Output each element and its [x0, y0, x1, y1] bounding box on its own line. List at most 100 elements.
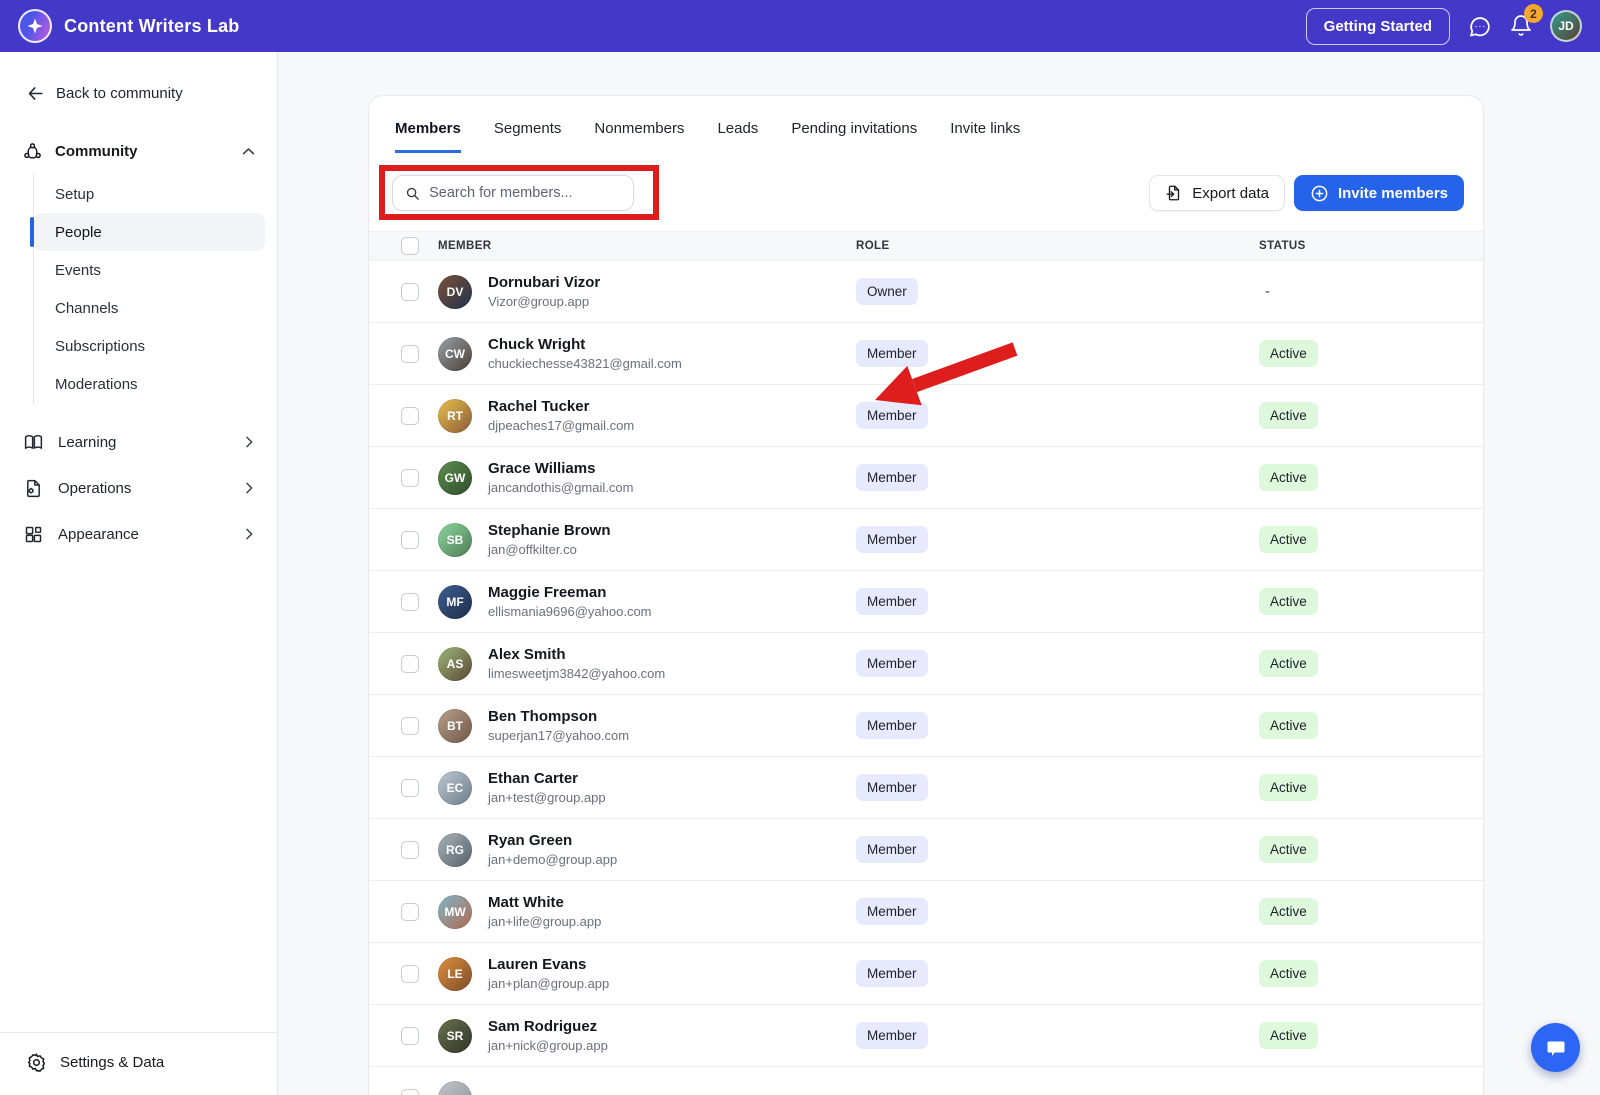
member-name: Alex Smith [488, 645, 566, 663]
role-badge: Member [856, 464, 928, 491]
table-row-partial[interactable] [369, 1067, 1483, 1095]
row-checkbox[interactable] [401, 282, 419, 301]
member-name: Ben Thompson [488, 707, 598, 725]
member-email: djpeaches17@gmail.com [488, 418, 635, 434]
table-row[interactable]: BT Ben Thompson superjan17@yahoo.com Mem… [369, 695, 1483, 757]
sidebar-item-setup[interactable]: Setup [33, 175, 265, 213]
row-checkbox[interactable] [401, 1088, 419, 1095]
sidebar-item-channels[interactable]: Channels [33, 289, 265, 327]
tab-pending-invitations[interactable]: Pending invitations [791, 120, 917, 153]
status-badge: Active [1259, 402, 1318, 429]
member-email: limesweetjm3842@yahoo.com [488, 666, 666, 682]
sidebar-section-label: Learning [58, 433, 117, 451]
sidebar-section-operations[interactable]: Operations [0, 465, 277, 511]
topbar: Content Writers Lab Getting Started 2 JD [0, 0, 1600, 52]
table-row[interactable]: AS Alex Smith limesweetjm3842@yahoo.com … [369, 633, 1483, 695]
sidebar-sections: Learning Operations Appearance [0, 419, 277, 557]
chat-widget-button[interactable] [1531, 1023, 1580, 1072]
select-all-checkbox[interactable] [401, 237, 419, 255]
status-badge: Active [1259, 464, 1318, 491]
members-tabs: Members Segments Nonmembers Leads Pending in… [369, 96, 1483, 153]
table-row[interactable]: EC Ethan Carter jan+test@group.app Membe… [369, 757, 1483, 819]
community-subnav: Setup People Events Channels Subscriptions Mo… [30, 173, 277, 405]
member-name: Grace Williams [488, 459, 596, 477]
export-data-button[interactable]: Export data [1149, 175, 1285, 211]
user-avatar[interactable]: JD [1550, 10, 1582, 42]
sidebar-item-settings-data[interactable]: Settings & Data [0, 1032, 277, 1095]
member-name: Sam Rodriguez [488, 1017, 598, 1035]
member-avatar: MW [438, 894, 472, 929]
row-checkbox[interactable] [401, 592, 419, 611]
member-email: ellismania9696@yahoo.com [488, 604, 652, 620]
community-logo[interactable] [18, 9, 52, 43]
search-icon [406, 187, 419, 200]
sidebar-item-subscriptions[interactable]: Subscriptions [33, 327, 265, 365]
sidebar-section-community[interactable]: Community [0, 137, 277, 165]
row-checkbox[interactable] [401, 344, 419, 363]
book-icon [23, 432, 44, 453]
member-email: jan@offkilter.co [488, 542, 577, 558]
member-avatar: RG [438, 832, 472, 867]
back-to-community-link[interactable]: Back to community [0, 52, 277, 103]
sidebar-section-learning[interactable]: Learning [0, 419, 277, 465]
member-email: jan+demo@group.app [488, 852, 618, 868]
table-row[interactable]: MW Matt White jan+life@group.app Member … [369, 881, 1483, 943]
row-checkbox[interactable] [401, 840, 419, 859]
settings-data-label: Settings & Data [60, 1054, 165, 1071]
chat-bubble-icon [1469, 16, 1490, 37]
tab-invite-links[interactable]: Invite links [950, 120, 1020, 153]
column-header-role: ROLE [856, 240, 890, 252]
status-badge: Active [1259, 650, 1318, 677]
tab-members[interactable]: Members [395, 120, 461, 153]
sidebar-item-moderations[interactable]: Moderations [33, 365, 265, 403]
main-content: Members Segments Nonmembers Leads Pending in… [278, 52, 1600, 1095]
tab-nonmembers[interactable]: Nonmembers [594, 120, 684, 153]
table-row[interactable]: CW Chuck Wright chuckiechesse43821@gmail… [369, 323, 1483, 385]
row-checkbox[interactable] [401, 468, 419, 487]
row-checkbox[interactable] [401, 1026, 419, 1045]
getting-started-button[interactable]: Getting Started [1305, 7, 1450, 45]
notification-count-badge: 2 [1524, 4, 1543, 23]
chevron-right-icon [246, 528, 253, 540]
sidebar-item-events[interactable]: Events [33, 251, 265, 289]
table-row[interactable]: RG Ryan Green jan+demo@group.app Member … [369, 819, 1483, 881]
row-checkbox[interactable] [401, 716, 419, 735]
member-avatar: MF [438, 584, 472, 619]
role-badge: Member [856, 712, 928, 739]
appearance-icon [23, 524, 44, 545]
role-badge: Member [856, 774, 928, 801]
member-email: jancandothis@gmail.com [488, 480, 634, 496]
table-row[interactable]: DV Dornubari Vizor Vizor@group.app Owner… [369, 261, 1483, 323]
status-badge: Active [1259, 712, 1318, 739]
tab-segments[interactable]: Segments [494, 120, 562, 153]
member-email: chuckiechesse43821@gmail.com [488, 356, 682, 372]
row-checkbox[interactable] [401, 654, 419, 673]
chevron-right-icon [246, 482, 253, 494]
notifications-button[interactable]: 2 [1508, 4, 1543, 39]
search-input[interactable] [429, 185, 621, 201]
table-row[interactable]: GW Grace Williams jancandothis@gmail.com… [369, 447, 1483, 509]
member-search[interactable] [392, 175, 634, 211]
sidebar-section-appearance[interactable]: Appearance [0, 511, 277, 557]
table-row[interactable]: MF Maggie Freeman ellismania9696@yahoo.c… [369, 571, 1483, 633]
table-row[interactable]: SR Sam Rodriguez jan+nick@group.app Memb… [369, 1005, 1483, 1067]
invite-members-button[interactable]: Invite members [1293, 175, 1464, 211]
row-checkbox[interactable] [401, 406, 419, 425]
role-badge: Member [856, 588, 928, 615]
controls-row: Export data Invite members [369, 153, 1483, 231]
row-checkbox[interactable] [401, 902, 419, 921]
table-row[interactable]: LE Lauren Evans jan+plan@group.app Membe… [369, 943, 1483, 1005]
member-avatar [438, 1080, 472, 1095]
status-badge: Active [1259, 836, 1318, 863]
member-email: jan+test@group.app [488, 790, 606, 806]
member-email: jan+nick@group.app [488, 1038, 608, 1054]
messages-button[interactable] [1466, 13, 1492, 39]
row-checkbox[interactable] [401, 778, 419, 797]
table-row[interactable]: SB Stephanie Brown jan@offkilter.co Memb… [369, 509, 1483, 571]
table-row[interactable]: RT Rachel Tucker djpeaches17@gmail.com M… [369, 385, 1483, 447]
member-avatar: CW [438, 336, 472, 371]
sidebar-item-people[interactable]: People [30, 213, 265, 251]
row-checkbox[interactable] [401, 530, 419, 549]
tab-leads[interactable]: Leads [717, 120, 758, 153]
row-checkbox[interactable] [401, 964, 419, 983]
